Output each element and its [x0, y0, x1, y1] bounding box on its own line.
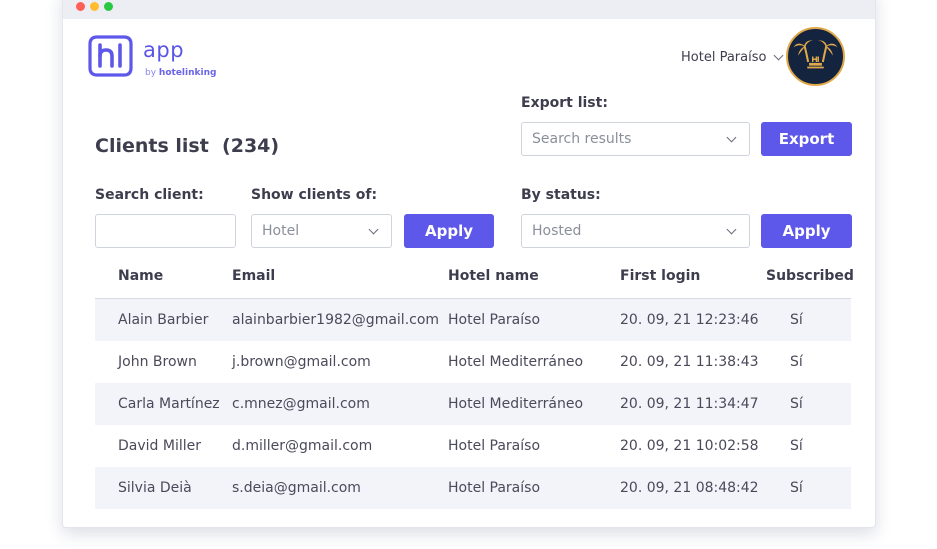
- search-client-input[interactable]: [95, 214, 236, 248]
- cell-name: Alain Barbier: [118, 312, 209, 328]
- column-header-email[interactable]: Email: [232, 268, 448, 284]
- table-row[interactable]: Silvia Deià s.deia@gmail.com Hotel Paraí…: [95, 467, 851, 509]
- app-window: app by hotelinking Hotel Paraíso Export …: [62, 0, 876, 528]
- apply-status-filter-button[interactable]: Apply: [761, 214, 852, 248]
- search-client-label: Search client:: [95, 187, 204, 203]
- export-button[interactable]: Export: [761, 122, 852, 156]
- by-status-label: By status:: [521, 187, 601, 203]
- cell-email: j.brown@gmail.com: [232, 354, 371, 370]
- hotel-selector-label: Hotel Paraíso: [681, 50, 767, 65]
- cell-email: d.miller@gmail.com: [232, 438, 373, 454]
- page-title-text: Clients list: [95, 135, 209, 157]
- table-row[interactable]: John Brown j.brown@gmail.com Hotel Medit…: [95, 341, 851, 383]
- cell-subscribed: Sí: [790, 480, 803, 496]
- chevron-down-icon: [774, 50, 784, 61]
- hl-logo-icon[interactable]: [88, 33, 134, 79]
- maximize-window-dot[interactable]: [104, 2, 113, 11]
- cell-first-login: 20. 09, 21 11:38:43: [620, 354, 759, 370]
- cell-first-login: 20. 09, 21 08:48:42: [620, 480, 759, 496]
- table-header: Name Email Hotel name First login Subscr…: [95, 253, 854, 299]
- chevron-down-icon: [726, 224, 737, 234]
- cell-subscribed: Sí: [790, 438, 803, 454]
- close-window-dot[interactable]: [76, 2, 85, 11]
- page-title: Clients list (234): [95, 135, 279, 157]
- brand-app-name: app: [143, 38, 185, 62]
- hotel-selector[interactable]: Hotel Paraíso: [681, 50, 784, 65]
- cell-first-login: 20. 09, 21 12:23:46: [620, 312, 759, 328]
- brand-company: hotelinking: [158, 68, 217, 78]
- column-header-name[interactable]: Name: [95, 268, 232, 284]
- column-header-subscribed[interactable]: Subscribed: [766, 268, 854, 284]
- chevron-down-icon: [726, 132, 737, 142]
- brand-byline: by hotelinking: [145, 68, 216, 78]
- cell-email: c.mnez@gmail.com: [232, 396, 370, 412]
- apply-hotel-filter-button[interactable]: Apply: [404, 214, 494, 248]
- cell-first-login: 20. 09, 21 10:02:58: [620, 438, 759, 454]
- column-header-hotel[interactable]: Hotel name: [448, 268, 620, 284]
- cell-name: David Miller: [118, 438, 201, 454]
- chevron-down-icon: [368, 224, 379, 234]
- clients-count: (234): [222, 135, 280, 157]
- brand-by-text: by: [145, 68, 157, 78]
- palm-trees-avatar-icon[interactable]: [786, 27, 845, 86]
- cell-first-login: 20. 09, 21 11:34:47: [620, 396, 759, 412]
- cell-subscribed: Sí: [790, 396, 803, 412]
- cell-name: Carla Martínez: [118, 396, 220, 412]
- cell-hotel: Hotel Mediterráneo: [448, 396, 584, 412]
- show-clients-label: Show clients of:: [251, 187, 378, 203]
- status-select[interactable]: Hosted: [521, 214, 750, 248]
- table-row[interactable]: Alain Barbier alainbarbier1982@gmail.com…: [95, 299, 851, 341]
- table-row[interactable]: Carla Martínez c.mnez@gmail.com Hotel Me…: [95, 383, 851, 425]
- minimize-window-dot[interactable]: [90, 2, 99, 11]
- cell-subscribed: Sí: [790, 312, 803, 328]
- cell-email: alainbarbier1982@gmail.com: [232, 312, 440, 328]
- cell-name: John Brown: [118, 354, 197, 370]
- cell-hotel: Hotel Mediterráneo: [448, 354, 584, 370]
- cell-name: Silvia Deià: [118, 480, 192, 496]
- status-select-value: Hosted: [532, 223, 582, 239]
- clients-table: Name Email Hotel name First login Subscr…: [95, 253, 854, 509]
- export-select[interactable]: Search results: [521, 122, 750, 156]
- show-clients-select[interactable]: Hotel: [251, 214, 392, 248]
- cell-hotel: Hotel Paraíso: [448, 438, 541, 454]
- table-row[interactable]: David Miller d.miller@gmail.com Hotel Pa…: [95, 425, 851, 467]
- export-list-label: Export list:: [521, 95, 608, 111]
- cell-hotel: Hotel Paraíso: [448, 312, 541, 328]
- export-select-value: Search results: [532, 131, 632, 147]
- cell-subscribed: Sí: [790, 354, 803, 370]
- cell-email: s.deia@gmail.com: [232, 480, 361, 496]
- column-header-first-login[interactable]: First login: [620, 268, 766, 284]
- show-clients-select-value: Hotel: [262, 223, 300, 239]
- window-titlebar: [63, 0, 875, 19]
- cell-hotel: Hotel Paraíso: [448, 480, 541, 496]
